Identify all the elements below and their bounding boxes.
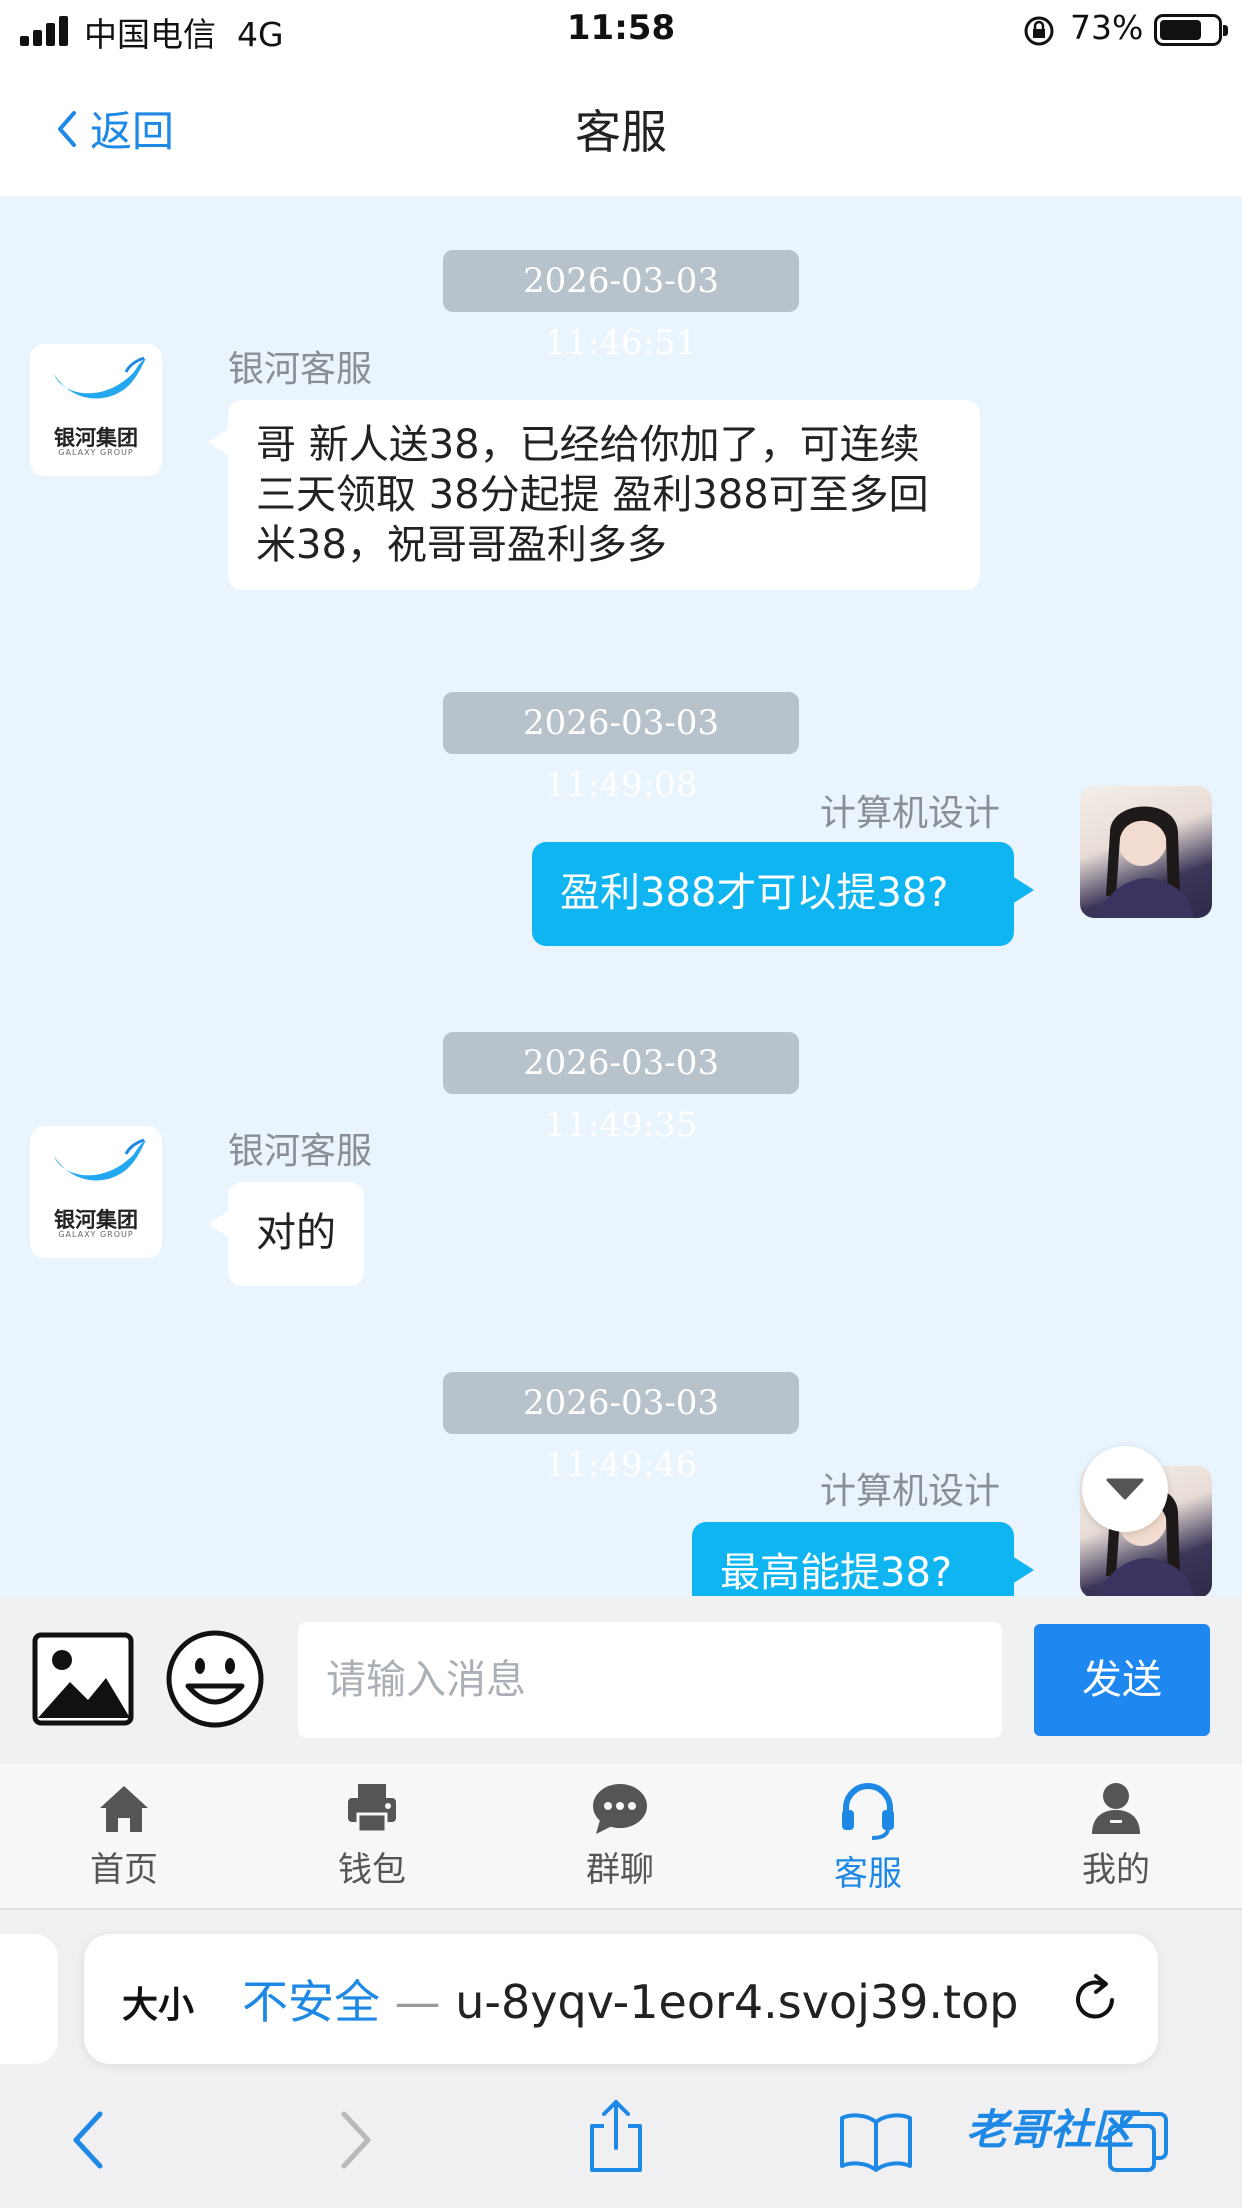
- message-timestamp: 2026-03-03 11:49:08: [443, 692, 799, 805]
- caret-down-icon: [1106, 1478, 1144, 1500]
- battery-icon: [1154, 14, 1228, 46]
- share-icon[interactable]: [584, 2098, 648, 2174]
- send-button[interactable]: 发送: [1034, 1624, 1210, 1736]
- user-icon: [1092, 1783, 1140, 1834]
- message-timestamp: 2026-03-03 11:49:35: [443, 1032, 799, 1145]
- reload-icon[interactable]: [1066, 1970, 1124, 2028]
- agent-avatar[interactable]: 银河集团 GALAXY GROUP: [30, 344, 162, 476]
- logo-subtitle: GALAXY GROUP: [58, 448, 134, 457]
- sender-name: 计算机设计: [820, 1471, 1001, 1512]
- tab-group-chat[interactable]: 群聊: [520, 1780, 720, 1891]
- tab-label: 钱包: [338, 1850, 406, 1890]
- tab-bar: 首页 钱包 群聊 客服 我的: [0, 1764, 1242, 1910]
- emoji-icon[interactable]: [164, 1628, 266, 1730]
- headset-icon: [842, 1783, 894, 1840]
- profile-photo-icon: [1100, 806, 1194, 918]
- url-separator: —: [394, 1975, 441, 2029]
- logo-subtitle: GALAXY GROUP: [58, 1230, 134, 1239]
- tab-label: 客服: [834, 1854, 902, 1894]
- url-domain: u-8yqv-1eor4.svoj39.top: [455, 1975, 1019, 2029]
- bookmarks-icon[interactable]: [838, 2112, 914, 2172]
- status-bar: 中国电信 4G 11:58 73%: [0, 0, 1242, 62]
- sender-name: 银河客服: [228, 349, 373, 390]
- orientation-lock-icon: [1024, 16, 1054, 46]
- message-input[interactable]: [298, 1622, 1002, 1738]
- sender-name: 银河客服: [228, 1131, 373, 1172]
- tab-profile[interactable]: 我的: [1016, 1780, 1216, 1891]
- whale-logo-icon: [54, 1138, 146, 1181]
- chat-icon: [593, 1784, 647, 1834]
- battery-percent: 73%: [1070, 8, 1144, 47]
- message-timestamp: 2026-03-03 11:49:46: [443, 1372, 799, 1485]
- watermark-logo: 老哥社区: [966, 2105, 1135, 2154]
- tab-customer-service[interactable]: 客服: [768, 1780, 968, 1895]
- previous-tab-preview[interactable]: [0, 1934, 58, 2064]
- home-icon: [100, 1786, 148, 1832]
- scroll-down-button[interactable]: [1082, 1446, 1168, 1532]
- user-avatar[interactable]: [1080, 786, 1212, 918]
- page-title: 客服: [575, 105, 667, 159]
- tab-label: 我的: [1082, 1850, 1150, 1890]
- printer-icon: [348, 1784, 396, 1834]
- whale-logo-icon: [54, 356, 146, 399]
- message-bubble[interactable]: 盈利388才可以提38?: [532, 842, 1034, 946]
- url-display[interactable]: 不安全 — u-8yqv-1eor4.svoj39.top: [242, 1966, 1018, 2032]
- message-bubble[interactable]: 哥 新人送38，已经给你加了，可连续三天领取 38分起提 盈利388可至多回米3…: [208, 400, 980, 590]
- text-size-button[interactable]: 大小: [122, 1976, 194, 2028]
- sender-name: 计算机设计: [820, 793, 1001, 834]
- tab-label: 首页: [90, 1850, 158, 1890]
- insecure-label: 不安全: [242, 1975, 380, 2029]
- chat-area[interactable]: 2026-03-03 11:46:51 银河集团 GALAXY GROUP 银河…: [0, 196, 1242, 1596]
- agent-avatar[interactable]: 银河集团 GALAXY GROUP: [30, 1126, 162, 1258]
- message-bubble[interactable]: 对的: [208, 1182, 364, 1286]
- message-timestamp: 2026-03-03 11:46:51: [443, 250, 799, 363]
- tab-label: 群聊: [586, 1850, 654, 1890]
- tab-wallet[interactable]: 钱包: [272, 1780, 472, 1891]
- browser-forward-icon[interactable]: [336, 2108, 376, 2172]
- message-bubble[interactable]: 最高能提38?: [692, 1522, 1034, 1596]
- tab-home[interactable]: 首页: [24, 1780, 224, 1891]
- browser-back-icon[interactable]: [68, 2108, 108, 2172]
- image-icon[interactable]: [32, 1632, 134, 1726]
